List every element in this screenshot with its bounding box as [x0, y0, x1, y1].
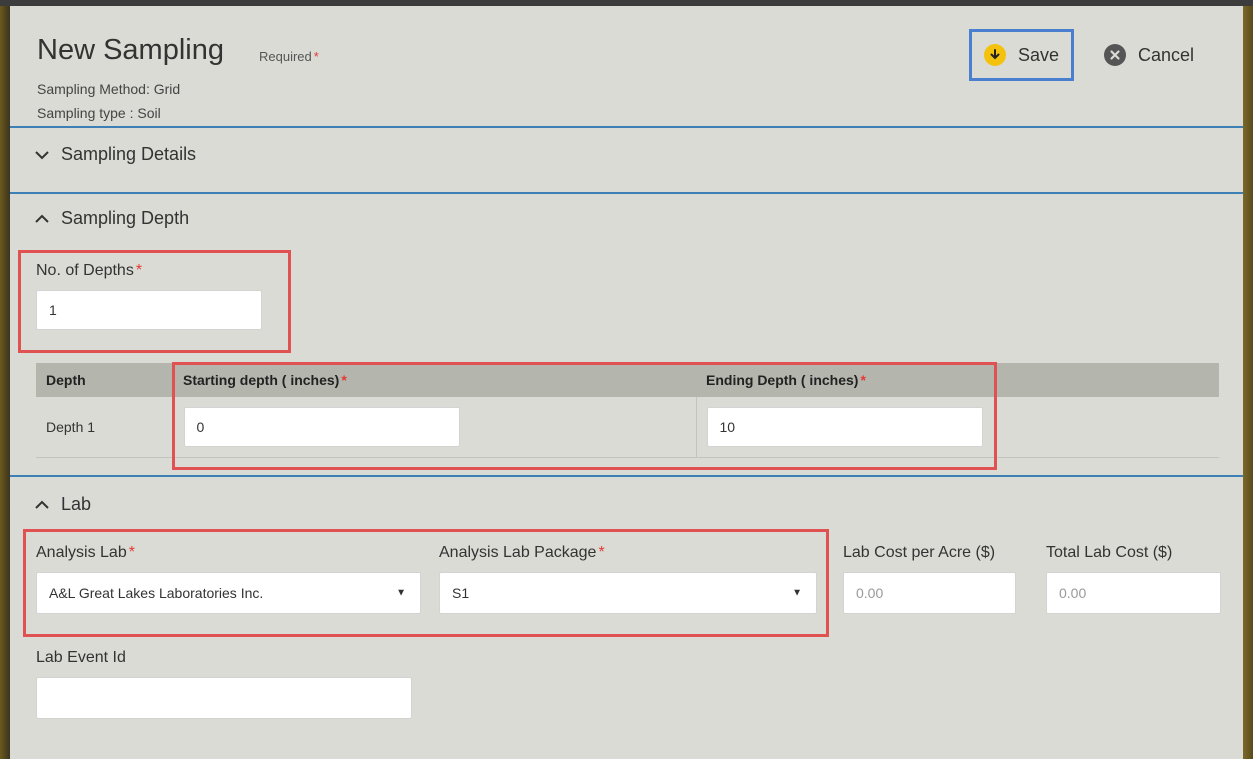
divider: [10, 126, 1243, 128]
num-depths-label: No. of Depths *: [36, 262, 143, 279]
save-button[interactable]: Save: [969, 29, 1074, 81]
cancel-label: Cancel: [1138, 44, 1195, 65]
column-header: Depth: [36, 363, 173, 397]
section-lab[interactable]: Lab: [33, 494, 91, 515]
lab-event-id-label: Lab Event Id: [36, 649, 126, 666]
analysis-lab-select[interactable]: A&L Great Lakes Laboratories Inc. ▼: [36, 572, 421, 614]
select-value: S1: [452, 585, 470, 601]
total-cost-input[interactable]: 0.00: [1046, 572, 1221, 614]
lab-event-id-input[interactable]: [36, 677, 412, 719]
sampling-type: Sampling type : Soil: [37, 105, 161, 121]
num-depths-input[interactable]: 1: [36, 290, 262, 330]
caret-down-icon: ▼: [396, 587, 406, 599]
chevron-up-icon: [35, 500, 49, 509]
new-sampling-panel: New Sampling Required * Sampling Method: …: [10, 6, 1243, 759]
sampling-method: Sampling Method: Grid: [37, 81, 181, 97]
section-title: Sampling Details: [61, 144, 197, 164]
lab-package-label: Analysis Lab Package *: [439, 544, 605, 561]
cost-per-acre-label: Lab Cost per Acre ($): [843, 544, 996, 561]
analysis-lab-label: Analysis Lab *: [36, 544, 135, 561]
cancel-button[interactable]: Cancel: [1104, 42, 1194, 68]
save-icon: [984, 44, 1006, 66]
total-cost-label: Total Lab Cost ($): [1046, 544, 1173, 561]
section-sampling-details[interactable]: Sampling Details: [33, 144, 196, 165]
page-title: New Sampling: [37, 34, 224, 66]
divider: [10, 475, 1243, 477]
required-note: Required *: [259, 49, 319, 64]
lab-package-select[interactable]: S1 ▼: [439, 572, 817, 614]
chevron-up-icon: [35, 214, 49, 223]
caret-down-icon: ▼: [792, 587, 802, 599]
cost-per-acre-input[interactable]: 0.00: [843, 572, 1016, 614]
section-sampling-depth[interactable]: Sampling Depth: [33, 208, 189, 229]
save-label: Save: [1018, 44, 1060, 65]
close-icon: [1104, 44, 1126, 66]
section-title: Lab: [61, 494, 92, 514]
select-value: A&L Great Lakes Laboratories Inc.: [49, 585, 264, 601]
depth-label: Depth 1: [36, 397, 173, 458]
chevron-down-icon: [35, 150, 49, 159]
highlight-box: [172, 362, 997, 470]
divider: [10, 192, 1243, 194]
section-title: Sampling Depth: [61, 208, 190, 228]
